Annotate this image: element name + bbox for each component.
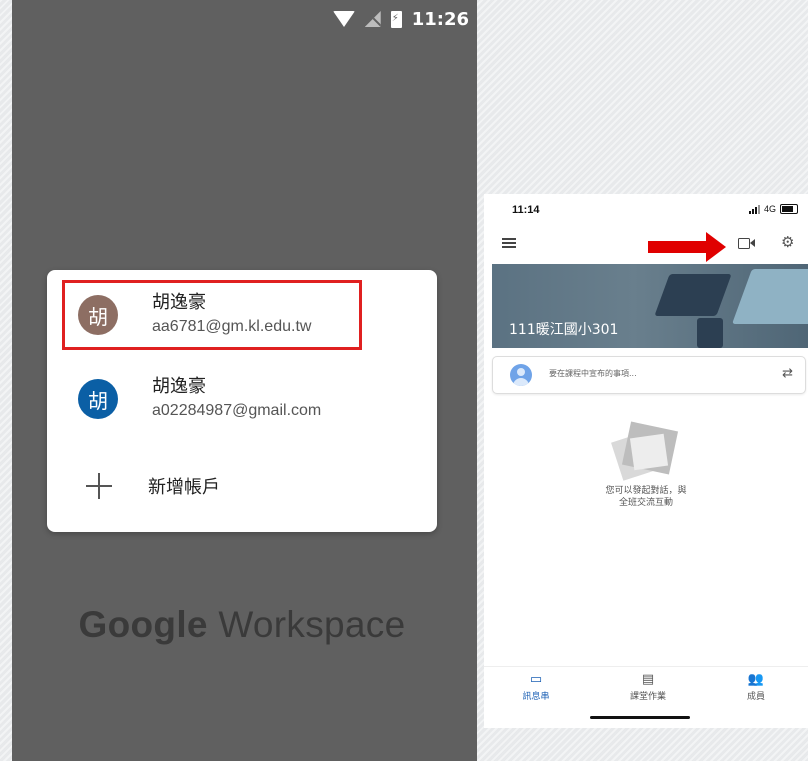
- account-email: a02284987@gmail.com: [152, 402, 322, 419]
- signal-icon: [748, 204, 760, 214]
- repost-icon[interactable]: ⇄: [782, 366, 793, 381]
- ios-classroom-screen: 11:14 4G ⚙ 111暖江國小301 要在課程中宣布的事項... ⇄ 您可…: [484, 194, 808, 728]
- bottom-navigation: ▭ 訊息串 ▤ 課堂作業 👥 成員: [484, 666, 808, 707]
- video-camera-icon[interactable]: [738, 238, 755, 249]
- status-bar: 11:26: [332, 6, 469, 32]
- empty-stream-message: 您可以發起對話，與 全班交流互動: [605, 486, 687, 508]
- status-bar: 11:14 4G: [484, 194, 808, 228]
- class-banner[interactable]: 111暖江國小301: [492, 264, 808, 348]
- account-name: 胡逸豪: [152, 292, 206, 313]
- account-item-gmail[interactable]: 胡 胡逸豪 a02284987@gmail.com: [78, 375, 321, 423]
- battery-charging-icon: [390, 10, 402, 28]
- add-account-label: 新增帳戶: [148, 477, 220, 498]
- user-avatar-icon: [510, 364, 532, 386]
- tab-stream[interactable]: ▭ 訊息串: [496, 672, 576, 703]
- avatar: 胡: [78, 295, 118, 335]
- red-arrow-annotation: [648, 232, 728, 262]
- add-account-button[interactable]: 新增帳戶: [78, 471, 220, 501]
- announcement-input[interactable]: 要在課程中宣布的事項... ⇄: [492, 356, 806, 394]
- home-indicator: [590, 716, 690, 719]
- classwork-icon: ▤: [641, 672, 655, 687]
- app-toolbar: ⚙: [484, 230, 808, 262]
- plus-icon: [84, 471, 114, 501]
- network-label: 4G: [763, 204, 776, 214]
- tab-classwork[interactable]: ▤ 課堂作業: [608, 672, 688, 703]
- stream-icon: ▭: [529, 672, 543, 687]
- status-time: 11:14: [512, 204, 540, 216]
- announcement-placeholder: 要在課程中宣布的事項...: [549, 369, 637, 378]
- account-item-school[interactable]: 胡 胡逸豪 aa6781@gm.kl.edu.tw: [78, 291, 311, 339]
- google-workspace-logo: Google Workspace: [78, 604, 406, 645]
- class-title: 111暖江國小301: [509, 322, 619, 338]
- account-name: 胡逸豪: [152, 376, 206, 397]
- hamburger-menu-icon[interactable]: [502, 238, 516, 248]
- tab-people[interactable]: 👥 成員: [716, 672, 796, 703]
- android-account-chooser-screen: 11:26 胡 胡逸豪 aa6781@gm.kl.edu.tw 胡 胡逸豪 a0…: [12, 0, 477, 761]
- people-icon: 👥: [747, 672, 765, 687]
- avatar: 胡: [78, 379, 118, 419]
- no-signal-icon: [364, 11, 381, 27]
- wifi-icon: [332, 11, 355, 27]
- account-chooser-card: 胡 胡逸豪 aa6781@gm.kl.edu.tw 胡 胡逸豪 a0228498…: [47, 270, 437, 532]
- battery-icon: [780, 204, 798, 214]
- empty-stream-illustration: [606, 420, 686, 486]
- gear-icon[interactable]: ⚙: [781, 234, 794, 250]
- account-email: aa6781@gm.kl.edu.tw: [152, 318, 312, 335]
- status-time: 11:26: [411, 8, 469, 30]
